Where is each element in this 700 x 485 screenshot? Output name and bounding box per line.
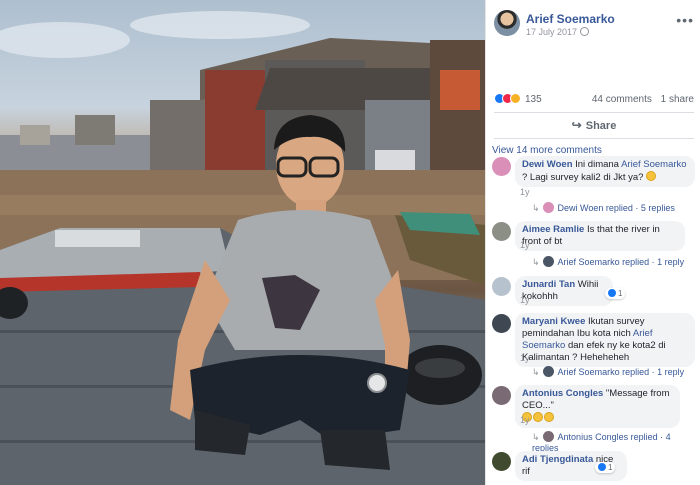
reply-avatar — [542, 256, 554, 267]
post-date-text: 17 July 2017 — [526, 27, 578, 37]
comment-time[interactable]: 1y — [520, 415, 530, 425]
author-avatar[interactable] — [494, 10, 520, 36]
like-icon — [608, 289, 616, 297]
comment-bubble: Aimee Ramlie Is that the river in front … — [515, 221, 685, 251]
post-date[interactable]: 17 July 2017 — [526, 27, 590, 37]
share-icon: ↪ — [571, 118, 582, 132]
comment-time[interactable]: 1y — [520, 295, 530, 305]
comment-time[interactable]: 1y — [520, 240, 530, 250]
reply-avatar — [542, 366, 554, 377]
shares-count[interactable]: 1 share — [661, 94, 694, 105]
replies-link[interactable]: ↳ Antonius Congles replied · 4 replies — [532, 431, 696, 453]
grin-emoji-icon — [544, 412, 554, 422]
globe-icon — [580, 27, 590, 36]
mention-link[interactable]: Arief Soemarko — [621, 159, 686, 170]
reply-arrow-icon: ↳ — [532, 367, 540, 377]
replies-text: Dewi Woen replied · 5 replies — [557, 203, 675, 213]
share-label: Share — [585, 120, 617, 132]
replies-link[interactable]: ↳ Arief Soemarko replied · 1 reply — [532, 256, 684, 268]
commenter-name[interactable]: Junardi Tan — [522, 279, 575, 290]
comment-time[interactable]: 1y — [520, 353, 530, 363]
more-dots-icon[interactable]: ••• — [676, 12, 694, 28]
like-count: 1 — [608, 463, 613, 472]
comment-like-badge[interactable]: 1 — [605, 288, 626, 299]
replies-text: Arief Soemarko replied · 1 reply — [557, 367, 685, 377]
photo-scene — [0, 11, 485, 485]
haha-reaction-icon — [510, 93, 521, 104]
comment-like-badge[interactable]: 1 — [595, 462, 616, 473]
commenter-avatar[interactable] — [492, 452, 511, 471]
comment-text: ? Lagi survey kali2 di Jkt ya? — [522, 172, 647, 183]
comment-time[interactable]: 1y — [520, 187, 530, 197]
commenter-avatar[interactable] — [492, 314, 511, 333]
like-count: 1 — [618, 289, 623, 298]
reply-avatar — [542, 202, 554, 213]
share-button[interactable]: ↪ Share — [494, 115, 694, 135]
comments-count[interactable]: 44 comments — [592, 94, 652, 105]
post-header: Arief Soemarko 17 July 2017 ••• — [494, 10, 694, 40]
comment-text: Ini dimana — [572, 159, 622, 170]
commenter-avatar[interactable] — [492, 157, 511, 176]
post-photo[interactable] — [0, 0, 485, 485]
grin-emoji-icon — [646, 171, 657, 181]
post-stats: 135 44 comments 1 share — [494, 93, 694, 107]
commenter-avatar[interactable] — [492, 386, 511, 405]
author-name[interactable]: Arief Soemarko — [526, 12, 615, 26]
reply-arrow-icon: ↳ — [532, 257, 540, 267]
commenter-name[interactable]: Dewi Woen — [522, 159, 573, 170]
reactions-count[interactable]: 135 — [525, 94, 542, 105]
replies-link[interactable]: ↳ Dewi Woen replied · 5 replies — [532, 202, 675, 214]
view-more-comments-link[interactable]: View 14 more comments — [492, 145, 602, 156]
reply-avatar — [542, 431, 554, 442]
comment-bubble: Maryani Kwee Ikutan survey pemindahan Ib… — [515, 313, 695, 367]
commenter-name[interactable]: Antonius Congles — [522, 388, 603, 399]
commenter-name[interactable]: Adi Tjengdinata — [522, 454, 593, 465]
like-icon — [598, 463, 606, 471]
commenter-avatar[interactable] — [492, 222, 511, 241]
divider — [494, 138, 694, 139]
replies-text: Arief Soemarko replied · 1 reply — [557, 257, 685, 267]
stats-right: 44 comments 1 share — [586, 94, 694, 105]
reply-arrow-icon: ↳ — [532, 203, 540, 213]
grin-emoji-icon — [533, 412, 543, 422]
commenter-avatar[interactable] — [492, 277, 511, 296]
commenter-name[interactable]: Maryani Kwee — [522, 316, 585, 327]
divider — [494, 112, 694, 113]
replies-link[interactable]: ↳ Arief Soemarko replied · 1 reply — [532, 366, 684, 378]
comment-bubble: Antonius Congles "Message from CEO..." — [515, 385, 680, 428]
reply-arrow-icon: ↳ — [532, 432, 540, 442]
post-side-panel: Arief Soemarko 17 July 2017 ••• 135 44 c… — [485, 0, 700, 485]
commenter-name[interactable]: Aimee Ramlie — [522, 224, 584, 235]
comment-bubble: Dewi Woen Ini dimana Arief Soemarko ? La… — [515, 156, 695, 187]
